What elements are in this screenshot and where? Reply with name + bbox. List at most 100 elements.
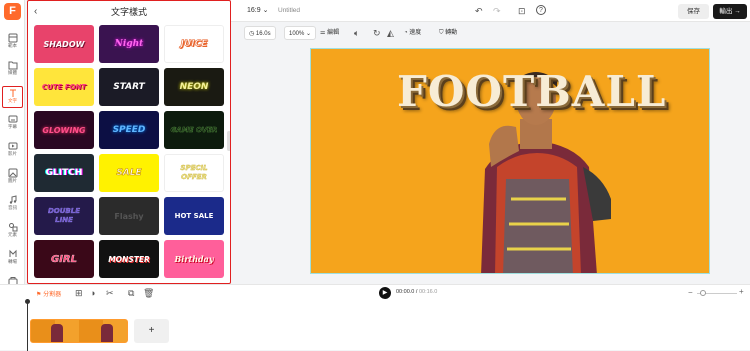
text-icon — [9, 89, 16, 97]
total-time: 00:16.0 — [418, 289, 438, 295]
split-label: 分割器 — [43, 292, 62, 298]
duplicate-icon[interactable]: ⧉ — [128, 288, 134, 298]
sidebar-item-video[interactable]: 影片 — [2, 140, 23, 162]
sidebar-item-label: 轉場 — [8, 259, 17, 264]
edit-label: 編輯 — [327, 30, 340, 36]
help-icon[interactable]: ? — [536, 5, 546, 15]
sidebar-item-audio[interactable]: 音訊 — [2, 194, 23, 216]
export-label: 輸出 — [719, 8, 733, 15]
zoom-out-icon[interactable]: − — [688, 288, 693, 297]
add-clip-button[interactable]: + — [134, 319, 169, 343]
text-style-tile[interactable]: JUICE — [164, 25, 224, 63]
sidebar-item-label: 影片 — [8, 151, 17, 156]
sidebar-item-label: 字幕 — [8, 124, 17, 129]
text-style-tile[interactable]: GLITCH — [34, 154, 94, 192]
mask-icon[interactable]: ◑ — [90, 288, 95, 298]
redo-icon[interactable]: ↷ — [493, 6, 501, 16]
scissors-icon[interactable]: ✂ — [106, 288, 114, 298]
arrow-right-icon: → — [734, 8, 741, 15]
screenshot-icon[interactable]: ⊡ — [518, 6, 526, 16]
top-bar: 16:9 ⌄ Untitled ↶ ↷ ⊡ ? 保存 輸出 → — [231, 0, 750, 22]
sidebar-item-elements[interactable]: 元素 — [2, 221, 23, 243]
play-button[interactable]: ▶ — [379, 287, 391, 299]
slider-knob[interactable] — [700, 290, 706, 296]
back-icon[interactable]: ‹ — [34, 1, 37, 23]
text-style-tile[interactable]: GAME OVER — [164, 111, 224, 149]
project-title[interactable]: Untitled — [278, 7, 300, 14]
text-style-tile[interactable]: GLOWING — [34, 111, 94, 149]
save-button[interactable]: 保存 — [678, 4, 709, 19]
sidebar-item-subtitle[interactable]: 字幕 — [2, 113, 23, 135]
playhead[interactable] — [25, 299, 30, 351]
app-logo[interactable]: F — [4, 3, 21, 20]
timeline-zoom-slider[interactable] — [697, 290, 737, 296]
aspect-ratio-select[interactable]: 16:9 ⌄ — [247, 6, 268, 14]
text-style-label: DOUBLE LINE — [47, 207, 81, 224]
sidebar-item-template[interactable]: 範本 — [2, 32, 23, 54]
text-style-label: NEON — [179, 81, 209, 92]
text-style-label: SPECIL OFFER — [180, 164, 208, 181]
video-clip[interactable] — [30, 319, 128, 343]
text-style-tile[interactable]: Birthday — [164, 240, 224, 278]
sidebar-item-text[interactable]: 文字 — [2, 86, 23, 108]
duration-control[interactable]: ◷ 16.0s — [244, 26, 276, 40]
text-style-tile[interactable]: SPECIL OFFER — [164, 154, 224, 192]
export-button[interactable]: 輸出 → — [713, 4, 747, 19]
clip-thumbnail-person — [101, 324, 113, 342]
speed-button[interactable]: ◔ 速度 — [404, 26, 421, 40]
video-canvas[interactable]: FOOTBALL — [310, 48, 710, 274]
edit-button[interactable]: ⚌ 編輯 — [320, 26, 339, 40]
aspect-ratio-value: 16:9 — [247, 7, 261, 14]
elements-icon — [8, 223, 17, 232]
sidebar-item-label: 元素 — [8, 232, 17, 237]
text-style-panel: ‹ 文字樣式 SHADOW Night JUICE CUTE FONT START NEO… — [27, 0, 231, 284]
crop-icon[interactable]: ⊞ — [75, 288, 83, 298]
text-style-tile[interactable]: CUTE FONT — [34, 68, 94, 106]
sidebar-item-label: 音訊 — [8, 205, 17, 210]
zoom-value: 100% — [289, 31, 305, 37]
sidebar-item-transition[interactable]: 轉場 — [2, 248, 23, 270]
timeline: ⚑ 分割器 ⊞ ◑ ✂ ⧉ 🗑︎ ▶ 00:00.0 / 00:16.0 − +… — [0, 284, 750, 351]
clip-thumbnail-person — [51, 324, 63, 342]
text-style-tile[interactable]: Flashy — [99, 197, 159, 235]
text-style-tile[interactable]: Night — [99, 25, 159, 63]
transform-button[interactable]: ⛉ 轉動 — [439, 26, 457, 40]
text-style-tile[interactable]: SPEED — [99, 111, 159, 149]
template-icon — [8, 33, 17, 43]
flip-icon[interactable]: ◭ — [387, 28, 394, 42]
transform-label: 轉動 — [445, 30, 458, 36]
sidebar-item-media[interactable]: 媒體 — [2, 59, 23, 81]
canvas-toolbar: ◷ 16.0s 100% ⌄ ⚌ 編輯 🔈︎ ↻ ◭ ◔ 速度 ⛉ 轉動 — [236, 23, 750, 43]
text-style-tile[interactable]: SALE — [99, 154, 159, 192]
rotate-icon[interactable]: ↻ — [373, 28, 381, 42]
text-style-label: GLOWING — [42, 125, 86, 135]
panel-collapse-handle[interactable] — [227, 131, 230, 151]
sidebar-item-label: 文字 — [8, 98, 17, 103]
headline-text[interactable]: FOOTBALL — [397, 67, 665, 116]
sidebar-item-image[interactable]: 圖片 — [2, 167, 23, 189]
text-style-tile[interactable]: SHADOW — [34, 25, 94, 63]
split-button[interactable]: ⚑ 分割器 — [36, 289, 61, 298]
panel-title: 文字樣式 — [110, 7, 147, 17]
text-style-label: JUICE — [180, 38, 208, 49]
zoom-in-icon[interactable]: + — [739, 287, 744, 296]
text-style-tile[interactable]: START — [99, 68, 159, 106]
undo-icon[interactable]: ↶ — [475, 6, 483, 16]
text-style-tile[interactable]: HOT SALE — [164, 197, 224, 235]
text-style-label: GAME OVER — [170, 125, 218, 134]
duration-value: 16.0s — [255, 31, 271, 37]
text-style-label: GIRL — [50, 253, 77, 265]
text-style-tile[interactable]: MONSTER — [99, 240, 159, 278]
volume-icon[interactable]: 🔈︎ — [354, 28, 359, 42]
trash-icon[interactable]: 🗑︎ — [143, 288, 154, 298]
sidebar-item-label: 媒體 — [8, 70, 17, 75]
text-style-label: SHADOW — [43, 39, 85, 49]
current-time: 00:00.0 — [396, 289, 415, 295]
chevron-down-icon: ⌄ — [262, 7, 269, 14]
text-style-tile[interactable]: NEON — [164, 68, 224, 106]
zoom-select[interactable]: 100% ⌄ — [284, 26, 317, 40]
sidebar-item-label: 圖片 — [8, 178, 17, 183]
text-style-tile[interactable]: GIRL — [34, 240, 94, 278]
audio-icon — [9, 195, 16, 204]
text-style-tile[interactable]: DOUBLE LINE — [34, 197, 94, 235]
